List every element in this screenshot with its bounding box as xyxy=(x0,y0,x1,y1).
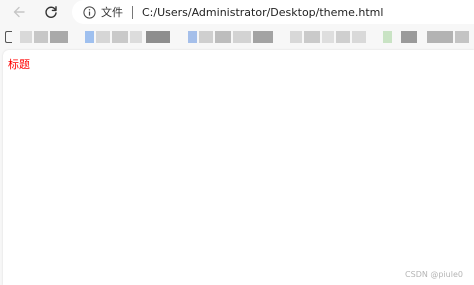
bookmark-item[interactable] xyxy=(233,31,251,43)
bookmark-item[interactable] xyxy=(322,31,334,43)
bookmark-item[interactable] xyxy=(427,31,453,43)
bookmark-item[interactable] xyxy=(50,31,68,43)
url-text[interactable]: C:/Users/Administrator/Desktop/theme.htm… xyxy=(142,6,383,19)
address-divider xyxy=(132,5,133,19)
bookmark-item[interactable] xyxy=(146,31,170,43)
browser-window: 文件 C:/Users/Administrator/Desktop/theme.… xyxy=(0,0,474,285)
bookmark-item[interactable] xyxy=(455,31,469,43)
bookmark-item[interactable] xyxy=(253,31,273,43)
bookmark-item[interactable] xyxy=(20,31,32,43)
bookmark-item[interactable] xyxy=(336,31,350,43)
scheme-label: 文件 xyxy=(101,6,123,19)
bookmark-item[interactable] xyxy=(34,31,48,43)
page-viewport: 标题 CSDN @piule0 xyxy=(3,50,474,285)
bookmark-item[interactable] xyxy=(188,31,197,43)
folder-icon[interactable] xyxy=(5,31,12,43)
watermark: CSDN @piule0 xyxy=(405,270,463,279)
bookmarks-bar xyxy=(0,26,474,48)
browser-toolbar: 文件 C:/Users/Administrator/Desktop/theme.… xyxy=(0,0,474,24)
info-icon[interactable] xyxy=(83,5,96,19)
reload-icon xyxy=(45,6,57,18)
arrow-left-icon xyxy=(13,6,25,18)
address-bar[interactable]: 文件 C:/Users/Administrator/Desktop/theme.… xyxy=(72,0,474,24)
page-heading: 标题 xyxy=(8,58,30,71)
bookmark-item[interactable] xyxy=(130,31,142,43)
bookmark-item[interactable] xyxy=(401,31,417,43)
bookmark-item[interactable] xyxy=(352,31,366,43)
bookmark-item[interactable] xyxy=(383,31,392,43)
bookmark-item[interactable] xyxy=(290,31,302,43)
bookmark-item[interactable] xyxy=(199,31,213,43)
bookmark-item[interactable] xyxy=(304,31,320,43)
back-button[interactable] xyxy=(10,3,28,21)
bookmark-item[interactable] xyxy=(215,31,231,43)
reload-button[interactable] xyxy=(42,3,60,21)
bookmark-item[interactable] xyxy=(85,31,94,43)
bookmark-item[interactable] xyxy=(96,31,110,43)
bookmark-item[interactable] xyxy=(112,31,128,43)
